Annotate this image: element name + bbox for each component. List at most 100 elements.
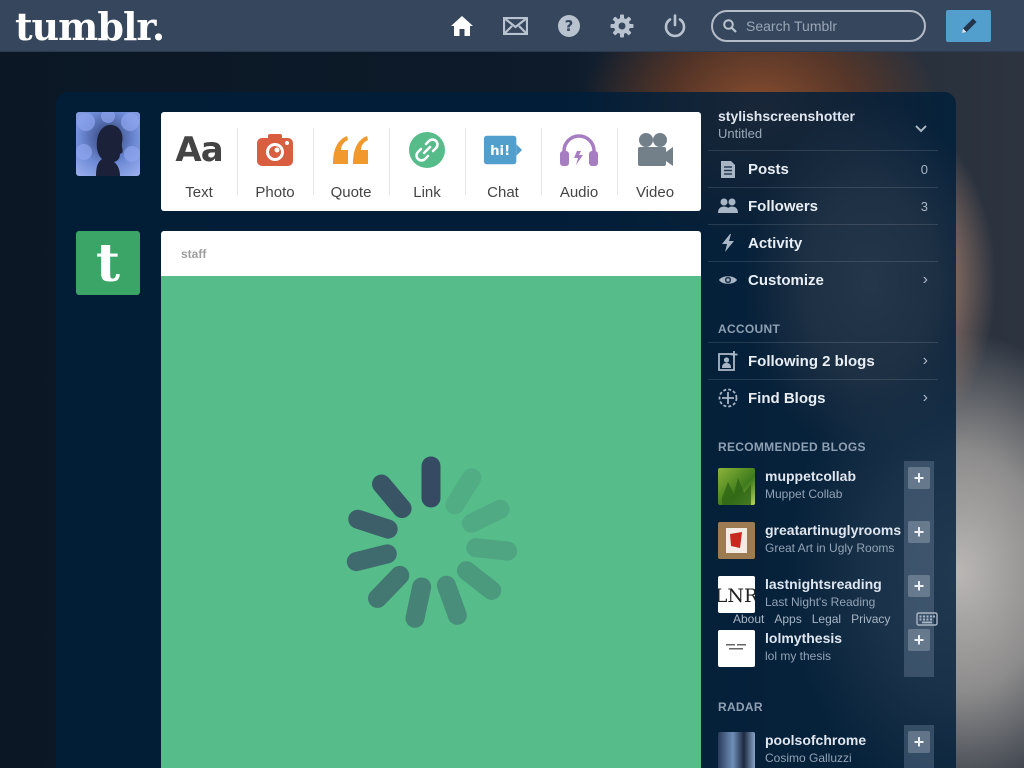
post-type-chat-button[interactable]: hi! Chat [465, 112, 541, 211]
user-avatar[interactable] [76, 112, 140, 176]
headphones-icon [559, 130, 599, 170]
radar-section-label: RADAR [718, 700, 763, 714]
blog-name: muppetcollab [765, 468, 857, 484]
blog-name: poolsofchrome [765, 732, 867, 748]
footer-link-apps[interactable]: Apps [774, 612, 801, 626]
sidebar-item-find-blogs[interactable]: Find Blogs › [708, 379, 938, 416]
radar-blog-item[interactable]: poolsofchrome Cosimo Galluzzi + [708, 725, 938, 768]
post-type-video-button[interactable]: Video [617, 112, 693, 211]
plus-icon: + [908, 731, 930, 753]
post-type-audio-button[interactable]: Audio [541, 112, 617, 211]
sidebar-item-label: Posts [748, 160, 789, 178]
home-icon[interactable] [449, 13, 475, 39]
recommended-section-label: RECOMMENDED BLOGS [718, 440, 866, 454]
blog-title: lol my thesis [765, 649, 832, 663]
logout-power-icon[interactable] [662, 13, 688, 39]
sidebar-item-label: Following 2 blogs [748, 352, 875, 370]
compass-icon [708, 388, 748, 408]
sidebar-item-count: 3 [920, 198, 928, 214]
follow-button[interactable]: + [904, 725, 934, 768]
blog-title: Cosimo Galluzzi [765, 751, 852, 765]
post-type-selector: Aa Text Photo Quote Link hi! Chat Audio [161, 112, 701, 211]
sidebar-item-followers[interactable]: Followers 3 [708, 187, 938, 224]
blog-title: Last Night's Reading [765, 595, 876, 609]
blog-thumbnail [718, 522, 755, 559]
keyboard-shortcuts-icon[interactable] [916, 612, 938, 631]
plus-icon: + [908, 629, 930, 651]
post-type-label: Chat [487, 184, 519, 201]
search-placeholder: Search Tumblr [746, 18, 838, 34]
footer-link-privacy[interactable]: Privacy [851, 612, 890, 626]
people-icon [708, 198, 748, 214]
footer-link-about[interactable]: About [733, 612, 764, 626]
sidebar-item-label: Customize [748, 271, 824, 289]
sidebar-item-following[interactable]: Following 2 blogs › [708, 342, 938, 379]
follow-button[interactable]: + [904, 515, 934, 569]
sidebar-item-label: Followers [748, 197, 819, 215]
post-type-quote-button[interactable]: Quote [313, 112, 389, 211]
svg-text:hi!: hi! [490, 144, 510, 159]
blog-name: lastnightsreading [765, 576, 882, 592]
post-type-label: Audio [559, 184, 599, 201]
staff-avatar[interactable]: t [76, 231, 140, 295]
sidebar-item-label: Activity [748, 234, 803, 252]
blog-thumbnail [718, 468, 755, 505]
search-icon [723, 19, 737, 36]
follow-button[interactable]: + [904, 623, 934, 677]
follow-button[interactable]: + [904, 461, 934, 515]
blog-title: Great Art in Ugly Rooms [765, 541, 895, 555]
loading-spinner-icon [346, 456, 518, 628]
plus-icon: + [908, 575, 930, 597]
add-person-icon [708, 351, 748, 371]
chat-icon: hi! [483, 130, 523, 170]
lightning-icon [708, 234, 748, 252]
sidebar-item-label: Find Blogs [748, 389, 826, 407]
svg-text:?: ? [565, 17, 574, 35]
eye-icon [708, 274, 748, 286]
post-type-photo-button[interactable]: Photo [237, 112, 313, 211]
document-icon [708, 160, 748, 179]
settings-gear-icon[interactable] [609, 13, 635, 39]
recommended-blog-item[interactable]: lolmythesis lol my thesis + [708, 623, 938, 684]
chevron-down-icon[interactable] [915, 120, 927, 138]
blog-title: Muppet Collab [765, 487, 843, 501]
camera-icon [255, 130, 295, 170]
plus-icon: + [908, 467, 930, 489]
post-type-link-button[interactable]: Link [389, 112, 465, 211]
post-type-label: Quote [330, 184, 372, 201]
mail-icon[interactable] [502, 13, 528, 39]
chevron-right-icon: › [922, 389, 928, 406]
recommended-blog-item[interactable]: muppetcollab Muppet Collab + [708, 461, 938, 522]
footer-links: About Apps Legal Privacy [733, 612, 890, 626]
post-type-label: Link [413, 184, 441, 201]
post-type-label: Text [185, 184, 213, 201]
video-camera-icon [635, 130, 675, 170]
sidebar-item-customize[interactable]: Customize › [708, 261, 938, 298]
post-author[interactable]: staff [161, 231, 701, 276]
blog-title: Untitled [718, 126, 763, 141]
search-input[interactable]: Search Tumblr [711, 10, 926, 42]
compose-post-button[interactable] [946, 10, 991, 42]
blog-thumbnail [718, 630, 755, 667]
sidebar-item-activity[interactable]: Activity [708, 224, 938, 261]
footer-link-legal[interactable]: Legal [812, 612, 841, 626]
blog-thumbnail [718, 732, 755, 768]
sidebar-item-posts[interactable]: Posts 0 [708, 150, 938, 187]
sidebar-item-count: 0 [920, 161, 928, 177]
tumblr-logo[interactable]: tumblr. [15, 4, 165, 49]
account-section-label: ACCOUNT [718, 322, 781, 336]
chevron-right-icon: › [922, 271, 928, 288]
pencil-icon [961, 18, 976, 33]
text-icon: Aa [175, 130, 223, 170]
post-content [161, 276, 701, 768]
post-type-text-button[interactable]: Aa Text [161, 112, 237, 211]
blog-name[interactable]: stylishscreenshotter [718, 108, 855, 124]
recommended-blog-item[interactable]: greatartinuglyrooms Great Art in Ugly Ro… [708, 515, 938, 576]
post-type-label: Video [635, 184, 675, 201]
blog-name: greatartinuglyrooms [765, 522, 902, 538]
plus-icon: + [908, 521, 930, 543]
quote-icon [331, 130, 371, 170]
svg-text:LNR: LNR [718, 585, 755, 607]
help-icon[interactable]: ? [556, 13, 582, 39]
top-navigation-bar: tumblr. ? Search Tumblr [0, 0, 1024, 52]
